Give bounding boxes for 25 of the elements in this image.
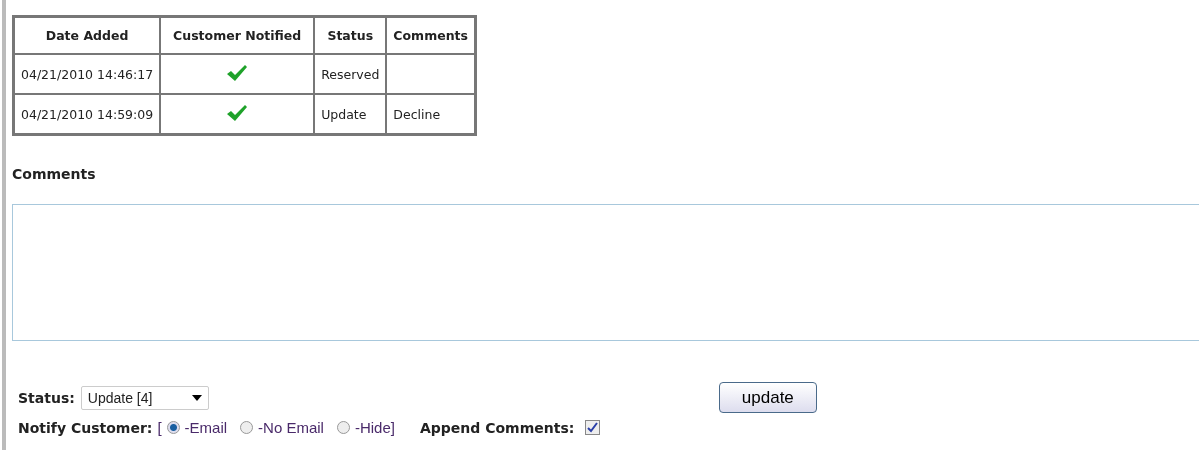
radio-button[interactable] xyxy=(166,421,180,434)
radio-label: -No Email xyxy=(258,419,324,436)
radio-button[interactable] xyxy=(336,421,350,434)
column-header: Status xyxy=(314,17,387,54)
table-cell: Decline xyxy=(393,106,441,122)
table-cell: Update xyxy=(314,94,387,134)
status-label: Status: xyxy=(18,389,75,406)
notify-label: Notify Customer: xyxy=(18,419,153,436)
comments-field[interactable] xyxy=(12,204,1199,341)
radio-label: -Email xyxy=(184,419,228,436)
caret-icon xyxy=(191,394,202,401)
append-label: Append Comments: xyxy=(419,419,575,436)
radio-label: -Hide] xyxy=(354,419,395,436)
update-button[interactable]: update xyxy=(718,382,817,413)
status-dropdown[interactable]: Update [4] xyxy=(80,385,209,410)
radio-button[interactable] xyxy=(240,421,254,434)
comments-label: Comments xyxy=(12,166,97,182)
table-cell: Reserved xyxy=(314,54,387,94)
column-header: Customer Notified xyxy=(160,17,315,54)
checkbox[interactable] xyxy=(585,420,601,435)
column-header: Date Added xyxy=(14,17,161,54)
table-cell: 04/21/2010 14:46:17 xyxy=(14,54,161,94)
table-cell: 04/21/2010 14:59:09 xyxy=(14,94,161,134)
bracket-text: [ xyxy=(157,419,162,436)
column-header: Comments xyxy=(386,17,475,54)
